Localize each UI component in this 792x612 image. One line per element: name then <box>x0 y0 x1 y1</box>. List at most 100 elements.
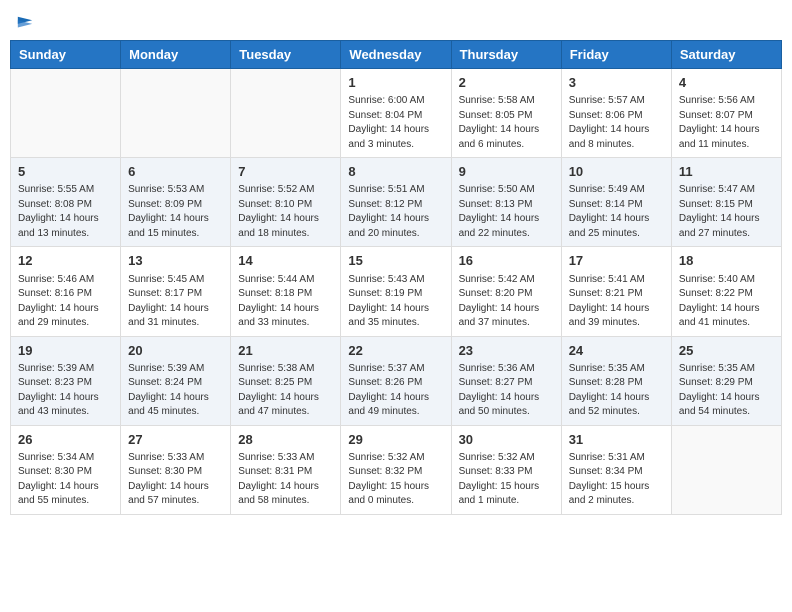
day-number: 13 <box>128 252 223 270</box>
day-info: Sunrise: 5:46 AM Sunset: 8:16 PM Dayligh… <box>18 273 113 331</box>
calendar-week-row: 19 Sunrise: 5:39 AM Sunset: 8:23 PM Dayli… <box>11 336 782 425</box>
calendar-day-cell: 10Sunrise: 5:49 AM Sunset: 8:14 PM Dayli… <box>561 158 671 247</box>
calendar-day-cell: 13 Sunrise: 5:45 AM Sunset: 8:17 PM Dayli… <box>121 247 231 336</box>
day-number: 25 <box>679 342 774 360</box>
calendar-day-cell: 30 Sunrise: 5:32 AM Sunset: 8:33 PM Dayli… <box>451 425 561 514</box>
calendar-day-cell: 28 Sunrise: 5:33 AM Sunset: 8:31 PM Dayli… <box>231 425 341 514</box>
calendar-day-cell: 21 Sunrise: 5:38 AM Sunset: 8:25 PM Dayli… <box>231 336 341 425</box>
day-number: 22 <box>348 342 443 360</box>
day-info: Sunrise: 5:37 AM Sunset: 8:26 PM Dayligh… <box>348 362 443 420</box>
day-number: 21 <box>238 342 333 360</box>
day-info: Sunrise: 5:53 AM Sunset: 8:09 PM Dayligh… <box>128 183 223 241</box>
day-info: Sunrise: 5:40 AM Sunset: 8:22 PM Dayligh… <box>679 273 774 331</box>
day-info: Sunrise: 5:43 AM Sunset: 8:19 PM Dayligh… <box>348 273 443 331</box>
day-info: Sunrise: 5:47 AM Sunset: 8:15 PM Dayligh… <box>679 183 774 241</box>
day-info: Sunrise: 5:35 AM Sunset: 8:28 PM Dayligh… <box>569 362 664 420</box>
calendar-week-row: 12 Sunrise: 5:46 AM Sunset: 8:16 PM Dayli… <box>11 247 782 336</box>
day-info: Sunrise: 5:57 AM Sunset: 8:06 PM Dayligh… <box>569 94 664 152</box>
day-number: 24 <box>569 342 664 360</box>
calendar-day-cell: 29 Sunrise: 5:32 AM Sunset: 8:32 PM Dayli… <box>341 425 451 514</box>
calendar-week-row: 1 Sunrise: 6:00 AM Sunset: 8:04 PM Daylig… <box>11 69 782 158</box>
calendar-day-header: Saturday <box>671 41 781 69</box>
calendar-week-row: 26 Sunrise: 5:34 AM Sunset: 8:30 PM Dayli… <box>11 425 782 514</box>
day-info: Sunrise: 5:44 AM Sunset: 8:18 PM Dayligh… <box>238 273 333 331</box>
day-number: 16 <box>459 252 554 270</box>
calendar-day-cell: 15 Sunrise: 5:43 AM Sunset: 8:19 PM Dayli… <box>341 247 451 336</box>
calendar-day-cell <box>231 69 341 158</box>
calendar-table: SundayMondayTuesdayWednesdayThursdayFrid… <box>10 40 782 515</box>
page-header <box>10 10 782 32</box>
day-number: 31 <box>569 431 664 449</box>
calendar-day-header: Wednesday <box>341 41 451 69</box>
calendar-day-cell: 18 Sunrise: 5:40 AM Sunset: 8:22 PM Dayli… <box>671 247 781 336</box>
calendar-week-row: 5 Sunrise: 5:55 AM Sunset: 8:08 PM Daylig… <box>11 158 782 247</box>
day-number: 19 <box>18 342 113 360</box>
day-info: Sunrise: 5:55 AM Sunset: 8:08 PM Dayligh… <box>18 183 113 241</box>
logo <box>14 14 34 32</box>
calendar-day-cell: 11 Sunrise: 5:47 AM Sunset: 8:15 PM Dayli… <box>671 158 781 247</box>
day-info: Sunrise: 5:33 AM Sunset: 8:31 PM Dayligh… <box>238 451 333 509</box>
day-number: 14 <box>238 252 333 270</box>
day-number: 12 <box>18 252 113 270</box>
day-number: 23 <box>459 342 554 360</box>
day-info: Sunrise: 5:32 AM Sunset: 8:33 PM Dayligh… <box>459 451 554 509</box>
calendar-day-cell: 14 Sunrise: 5:44 AM Sunset: 8:18 PM Dayli… <box>231 247 341 336</box>
day-info: Sunrise: 5:36 AM Sunset: 8:27 PM Dayligh… <box>459 362 554 420</box>
day-info: Sunrise: 5:32 AM Sunset: 8:32 PM Dayligh… <box>348 451 443 509</box>
day-info: Sunrise: 5:56 AM Sunset: 8:07 PM Dayligh… <box>679 94 774 152</box>
day-number: 29 <box>348 431 443 449</box>
calendar-day-cell: 1 Sunrise: 6:00 AM Sunset: 8:04 PM Daylig… <box>341 69 451 158</box>
day-number: 27 <box>128 431 223 449</box>
calendar-day-cell: 20Sunrise: 5:39 AM Sunset: 8:24 PM Dayli… <box>121 336 231 425</box>
day-number: 9 <box>459 163 554 181</box>
day-info: Sunrise: 5:49 AM Sunset: 8:14 PM Dayligh… <box>569 183 664 241</box>
calendar-day-cell: 17 Sunrise: 5:41 AM Sunset: 8:21 PM Dayli… <box>561 247 671 336</box>
day-info: Sunrise: 5:45 AM Sunset: 8:17 PM Dayligh… <box>128 273 223 331</box>
day-info: Sunrise: 5:39 AM Sunset: 8:23 PM Dayligh… <box>18 362 113 420</box>
day-number: 17 <box>569 252 664 270</box>
calendar-day-header: Monday <box>121 41 231 69</box>
calendar-day-header: Sunday <box>11 41 121 69</box>
day-number: 1 <box>348 74 443 92</box>
calendar-day-cell: 12 Sunrise: 5:46 AM Sunset: 8:16 PM Dayli… <box>11 247 121 336</box>
day-number: 6 <box>128 163 223 181</box>
calendar-day-cell: 19 Sunrise: 5:39 AM Sunset: 8:23 PM Dayli… <box>11 336 121 425</box>
day-info: Sunrise: 5:42 AM Sunset: 8:20 PM Dayligh… <box>459 273 554 331</box>
day-number: 8 <box>348 163 443 181</box>
calendar-day-cell: 24 Sunrise: 5:35 AM Sunset: 8:28 PM Dayli… <box>561 336 671 425</box>
day-info: Sunrise: 5:31 AM Sunset: 8:34 PM Dayligh… <box>569 451 664 509</box>
day-info: Sunrise: 6:00 AM Sunset: 8:04 PM Dayligh… <box>348 94 443 152</box>
day-info: Sunrise: 5:50 AM Sunset: 8:13 PM Dayligh… <box>459 183 554 241</box>
day-info: Sunrise: 5:38 AM Sunset: 8:25 PM Dayligh… <box>238 362 333 420</box>
calendar-day-cell: 3 Sunrise: 5:57 AM Sunset: 8:06 PM Daylig… <box>561 69 671 158</box>
calendar-day-cell: 22 Sunrise: 5:37 AM Sunset: 8:26 PM Dayli… <box>341 336 451 425</box>
calendar-day-header: Thursday <box>451 41 561 69</box>
calendar-day-cell: 26 Sunrise: 5:34 AM Sunset: 8:30 PM Dayli… <box>11 425 121 514</box>
calendar-day-cell: 16 Sunrise: 5:42 AM Sunset: 8:20 PM Dayli… <box>451 247 561 336</box>
day-number: 15 <box>348 252 443 270</box>
day-number: 7 <box>238 163 333 181</box>
day-number: 28 <box>238 431 333 449</box>
day-number: 3 <box>569 74 664 92</box>
calendar-day-cell <box>121 69 231 158</box>
day-info: Sunrise: 5:35 AM Sunset: 8:29 PM Dayligh… <box>679 362 774 420</box>
calendar-day-header: Tuesday <box>231 41 341 69</box>
day-number: 30 <box>459 431 554 449</box>
day-number: 26 <box>18 431 113 449</box>
day-number: 5 <box>18 163 113 181</box>
day-info: Sunrise: 5:34 AM Sunset: 8:30 PM Dayligh… <box>18 451 113 509</box>
calendar-day-header: Friday <box>561 41 671 69</box>
day-info: Sunrise: 5:58 AM Sunset: 8:05 PM Dayligh… <box>459 94 554 152</box>
day-info: Sunrise: 5:41 AM Sunset: 8:21 PM Dayligh… <box>569 273 664 331</box>
calendar-day-cell <box>671 425 781 514</box>
calendar-day-cell: 7 Sunrise: 5:52 AM Sunset: 8:10 PM Daylig… <box>231 158 341 247</box>
day-info: Sunrise: 5:39 AM Sunset: 8:24 PM Dayligh… <box>128 362 223 420</box>
calendar-day-cell: 8Sunrise: 5:51 AM Sunset: 8:12 PM Daylig… <box>341 158 451 247</box>
day-info: Sunrise: 5:52 AM Sunset: 8:10 PM Dayligh… <box>238 183 333 241</box>
calendar-day-cell: 9 Sunrise: 5:50 AM Sunset: 8:13 PM Daylig… <box>451 158 561 247</box>
day-number: 18 <box>679 252 774 270</box>
calendar-day-cell: 2Sunrise: 5:58 AM Sunset: 8:05 PM Daylig… <box>451 69 561 158</box>
day-number: 11 <box>679 163 774 181</box>
calendar-header-row: SundayMondayTuesdayWednesdayThursdayFrid… <box>11 41 782 69</box>
day-info: Sunrise: 5:33 AM Sunset: 8:30 PM Dayligh… <box>128 451 223 509</box>
